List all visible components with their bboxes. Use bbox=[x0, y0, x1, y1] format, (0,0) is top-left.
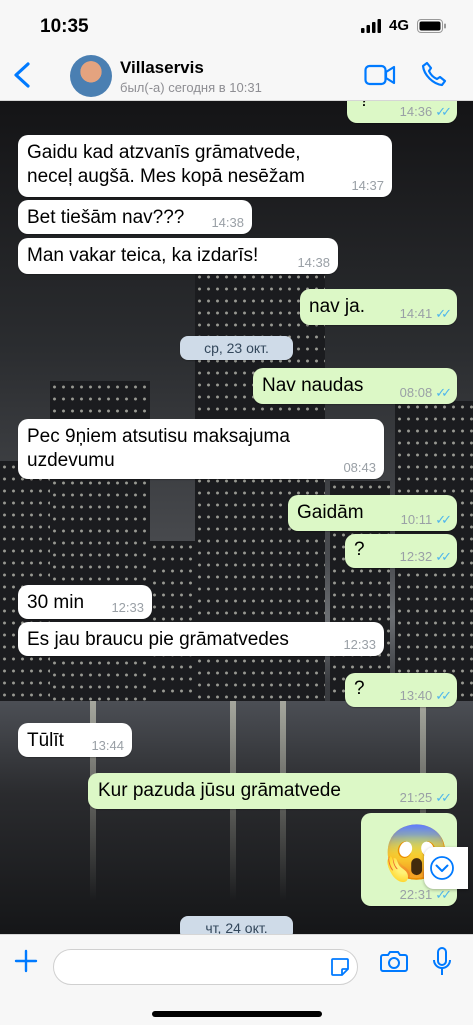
message-bubble[interactable]: Bet tiešām nav??? 14:38 bbox=[18, 200, 252, 234]
plus-icon[interactable] bbox=[12, 947, 40, 975]
message-text: Man vakar teica, ka izdarīs! bbox=[27, 245, 259, 266]
message-input[interactable] bbox=[53, 949, 358, 985]
message-time: 14:36 ✓✓ bbox=[399, 104, 452, 119]
message-time: 14:37 bbox=[351, 178, 384, 193]
message-text: 30 min bbox=[27, 592, 85, 613]
chat-header: Villaservis был(-а) сегодня в 10:31 bbox=[0, 50, 473, 101]
home-indicator bbox=[152, 1011, 322, 1017]
read-ticks-icon: ✓✓ bbox=[435, 512, 452, 527]
message-time: 08:43 bbox=[343, 460, 376, 475]
read-ticks-icon: ✓✓ bbox=[435, 790, 452, 805]
message-bubble[interactable]: Gaidu kad atzvanīs grāmatvede, neceļ aug… bbox=[18, 135, 392, 197]
video-call-icon[interactable] bbox=[364, 64, 396, 86]
message-time: 14:38 bbox=[297, 255, 330, 270]
message-bubble[interactable]: Es jau braucu pie grāmatvedes 12:33 bbox=[18, 622, 384, 656]
message-bubble[interactable]: Tūlīt 13:44 bbox=[18, 723, 132, 757]
message-bubble[interactable]: 30 min 12:33 bbox=[18, 585, 152, 619]
message-text: ? bbox=[359, 101, 370, 113]
message-bubble[interactable]: Kur pazuda jūsu grāmatvede 21:25 ✓✓ bbox=[88, 773, 457, 809]
read-ticks-icon: ✓✓ bbox=[435, 306, 452, 321]
message-time: 08:08 ✓✓ bbox=[399, 385, 452, 400]
composer-bar bbox=[0, 934, 473, 1025]
back-chevron-icon[interactable] bbox=[10, 60, 36, 90]
message-text: Gaidām bbox=[297, 502, 364, 523]
contact-name[interactable]: Villaservis bbox=[120, 58, 204, 78]
scroll-to-bottom-button[interactable] bbox=[424, 847, 468, 889]
status-bar: 10:35 4G bbox=[0, 0, 473, 50]
message-text: ? bbox=[354, 678, 365, 699]
message-bubble[interactable]: Gaidām 10:11 ✓✓ bbox=[288, 495, 457, 531]
message-bubble[interactable]: ? 12:32 ✓✓ bbox=[345, 534, 457, 568]
message-time: 14:38 bbox=[211, 215, 244, 230]
camera-icon[interactable] bbox=[380, 949, 408, 973]
message-time: 13:40 ✓✓ bbox=[399, 688, 452, 703]
message-text: nav ja. bbox=[309, 296, 365, 317]
message-bubble[interactable]: nav ja. 14:41 ✓✓ bbox=[300, 289, 457, 325]
message-bubble[interactable]: Pec 9ņiem atsutisu maksajuma uzdevumu 08… bbox=[18, 419, 384, 479]
message-bubble[interactable]: Nav naudas 08:08 ✓✓ bbox=[253, 368, 457, 404]
battery-icon bbox=[417, 18, 446, 33]
message-text: Kur pazuda jūsu grāmatvede bbox=[98, 780, 341, 801]
message-text: Tūlīt bbox=[27, 730, 64, 751]
last-seen: был(-а) сегодня в 10:31 bbox=[120, 80, 262, 95]
message-time: 14:41 ✓✓ bbox=[399, 306, 452, 321]
message-text: Nav naudas bbox=[262, 375, 364, 396]
read-ticks-icon: ✓✓ bbox=[435, 688, 452, 703]
read-ticks-icon: ✓✓ bbox=[435, 549, 452, 564]
microphone-icon[interactable] bbox=[432, 947, 452, 977]
chat-area[interactable]: ? 14:36✓✓ Gaidu kad atzvanīs grāmatvede,… bbox=[0, 101, 473, 934]
phone-icon[interactable] bbox=[420, 60, 448, 88]
message-text: Es jau braucu pie grāmatvedes bbox=[27, 629, 289, 650]
avatar[interactable] bbox=[70, 55, 112, 97]
read-ticks-icon: ✓✓ bbox=[435, 385, 452, 400]
message-time: 12:33 bbox=[111, 600, 144, 615]
message-time: 12:33 bbox=[343, 637, 376, 652]
read-ticks-icon: ✓✓ bbox=[435, 887, 452, 902]
chevron-down-icon bbox=[430, 856, 454, 880]
message-bubble[interactable]: ? 13:40 ✓✓ bbox=[345, 673, 457, 707]
message-text: Bet tiešām nav??? bbox=[27, 207, 185, 228]
status-time: 10:35 bbox=[40, 16, 89, 37]
date-separator: ср, 23 окт. bbox=[180, 336, 293, 360]
date-separator: чт, 24 окт. bbox=[180, 916, 293, 934]
message-text: Gaidu kad atzvanīs grāmatvede, neceļ aug… bbox=[27, 142, 305, 187]
signal-icon bbox=[360, 18, 381, 33]
message-time: 10:11 ✓✓ bbox=[400, 512, 452, 527]
message-time: 13:44 bbox=[91, 738, 124, 753]
message-bubble[interactable]: ? 14:36✓✓ bbox=[347, 101, 457, 123]
message-text: Pec 9ņiem atsutisu maksajuma uzdevumu bbox=[27, 426, 290, 471]
status-indicators: 4G bbox=[360, 17, 447, 34]
message-bubble[interactable]: Man vakar teica, ka izdarīs! 14:38 bbox=[18, 238, 338, 274]
sticker-icon[interactable] bbox=[330, 957, 350, 977]
message-time: 12:32 ✓✓ bbox=[399, 549, 452, 564]
message-time: 21:25 ✓✓ bbox=[399, 790, 452, 805]
message-text: ? bbox=[354, 539, 365, 560]
message-time: 22:31 ✓✓ bbox=[399, 887, 452, 902]
network-type: 4G bbox=[388, 17, 409, 34]
read-ticks-icon: ✓✓ bbox=[435, 104, 452, 119]
